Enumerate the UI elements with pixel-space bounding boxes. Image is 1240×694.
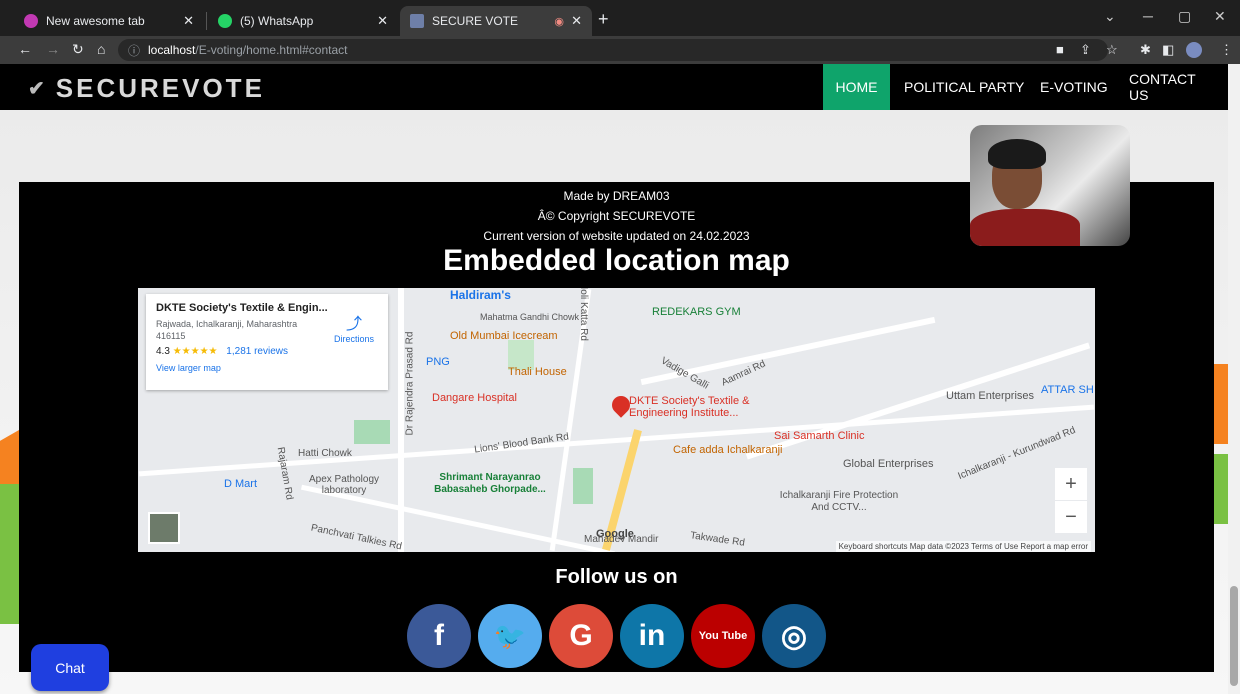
map-poi[interactable]: Global Enterprises (843, 458, 934, 470)
map-poi-target[interactable]: DKTE Society's Textile & Engineering Ins… (629, 395, 759, 419)
google-icon[interactable]: G (549, 604, 613, 668)
securevote-favicon-icon (410, 14, 424, 28)
info-icon[interactable]: ⓘ (128, 42, 140, 59)
address-bar[interactable]: ⓘ localhost/E-voting/home.html#contact (118, 39, 1108, 61)
map-poi[interactable]: Dangare Hospital (432, 392, 517, 404)
zoom-in-button[interactable]: + (1055, 468, 1087, 500)
follow-heading: Follow us on (555, 566, 678, 588)
map-info-card: DKTE Society's Textile & Engin... Rajwad… (146, 294, 388, 390)
page-scrollbar[interactable] (1228, 64, 1240, 694)
map-satellite-toggle[interactable] (148, 512, 180, 544)
reviews-link[interactable]: 1,281 reviews (226, 346, 288, 357)
scrollbar-thumb[interactable] (1230, 586, 1238, 686)
site-logo[interactable]: ✔ SECUREVOTE (28, 73, 265, 104)
youtube-icon[interactable]: You Tube (691, 604, 755, 668)
map-attribution[interactable]: Keyboard shortcuts Map data ©2023 Terms … (835, 541, 1091, 552)
map-poi[interactable]: Ichalkaranji Fire Protection And CCTV... (774, 490, 904, 514)
browser-tab-bar: New awesome tab ✕ (5) WhatsApp ✕ SECURE … (0, 0, 1240, 36)
twitter-icon[interactable]: 🐦 (478, 604, 542, 668)
back-icon[interactable]: ← (18, 41, 32, 57)
directions-button[interactable]: ⤴ Directions (334, 310, 374, 344)
recording-icon: ◉ (554, 15, 564, 28)
street-label: Holi Katta Rd (577, 288, 589, 341)
profile-avatar[interactable] (1186, 42, 1202, 58)
street-label: Mahatma Gandhi Chowk (480, 312, 580, 322)
extensions-icon[interactable]: ✱ (1140, 42, 1151, 58)
map-park (354, 420, 390, 444)
close-tab-icon[interactable]: ✕ (183, 13, 194, 29)
tab-new-awesome-tab[interactable]: New awesome tab ✕ (14, 6, 204, 36)
place-rating: 4.3 ★★★★★ 1,281 reviews (156, 346, 288, 357)
tab-secure-vote[interactable]: SECURE VOTE ◉ ✕ (400, 6, 592, 36)
maximize-icon[interactable]: ▢ (1178, 8, 1191, 25)
close-tab-icon[interactable]: ✕ (571, 13, 582, 29)
chat-button[interactable]: Chat (31, 644, 109, 691)
map-poi[interactable]: Uttam Enterprises (946, 390, 1034, 402)
street-label: Lions' Blood Bank Rd (473, 431, 570, 456)
google-logo: Google (596, 528, 634, 540)
street-label: Rajaram Rd (274, 446, 295, 501)
place-address: Rajwada, Ichalkaranji, Maharashtra 41611… (156, 319, 298, 341)
camera-icon[interactable]: ■ (1056, 42, 1064, 57)
map-poi[interactable]: Thali House (508, 366, 567, 378)
share-icon[interactable]: ⇪ (1080, 42, 1091, 58)
nav-political-party[interactable]: POLITICAL PARTY (891, 64, 1037, 110)
nav-contact-us[interactable]: CONTACT US (1116, 64, 1228, 110)
forward-icon[interactable]: → (46, 41, 60, 57)
rating-stars-icon: ★★★★★ (172, 346, 218, 357)
map-poi[interactable]: Apex Pathology laboratory (304, 474, 384, 496)
facebook-icon[interactable]: f (407, 604, 471, 668)
zoom-out-button[interactable]: − (1055, 501, 1087, 533)
map-poi[interactable]: Haldiram's (450, 288, 511, 302)
map-road (398, 288, 404, 552)
page-viewport: ✔ SECUREVOTE HOME POLITICAL PARTY E-VOTI… (0, 64, 1240, 694)
instagram-icon[interactable]: ◎ (762, 604, 826, 668)
home-icon[interactable]: ⌂ (97, 41, 105, 57)
embedded-map[interactable]: Lions' Blood Bank Rd Vadige Galli Aamrai… (138, 288, 1095, 552)
tab-search-icon[interactable]: ⌄ (1104, 8, 1116, 25)
tab-favicon-icon (24, 14, 38, 28)
map-poi[interactable]: Sai Samarth Clinic (774, 430, 864, 442)
reload-icon[interactable]: ↻ (72, 41, 84, 58)
map-poi[interactable]: Old Mumbai Icecream (450, 330, 558, 342)
linkedin-icon[interactable]: in (620, 604, 684, 668)
nav-e-voting[interactable]: E-VOTING (1027, 64, 1121, 110)
site-navbar: ✔ SECUREVOTE HOME POLITICAL PARTY E-VOTI… (0, 64, 1228, 110)
nav-home[interactable]: HOME (823, 64, 890, 110)
new-tab-button[interactable]: + (598, 9, 609, 30)
map-park (573, 468, 593, 504)
street-label: Dr Rajendra Prasad Rd (404, 331, 416, 436)
street-label: Takwade Rd (689, 530, 746, 549)
map-heading: Embedded location map (443, 244, 790, 277)
securevote-logo-icon: ✔ (28, 78, 48, 100)
map-poi[interactable]: D Mart (224, 478, 257, 490)
webcam-overlay[interactable] (970, 125, 1130, 246)
close-tab-icon[interactable]: ✕ (377, 13, 388, 29)
minimize-icon[interactable]: ─ (1143, 8, 1153, 24)
map-poi[interactable]: Shrimant Narayanrao Babasaheb Ghorpade..… (430, 472, 550, 496)
map-poi[interactable]: Cafe adda Ichalkaranji (673, 444, 782, 456)
sidepanel-icon[interactable]: ◧ (1162, 42, 1174, 58)
map-poi[interactable]: REDEKARS GYM (652, 306, 741, 318)
directions-icon: ⤴ (345, 316, 362, 333)
street-label: Panchvati Talkies Rd (309, 522, 403, 552)
social-links: f 🐦 G in You Tube ◎ (407, 604, 826, 668)
close-window-icon[interactable]: ✕ (1214, 8, 1226, 25)
map-poi[interactable]: PNG (426, 356, 450, 368)
map-poi[interactable]: ATTAR SH (1041, 384, 1094, 396)
tab-whatsapp[interactable]: (5) WhatsApp ✕ (208, 6, 398, 36)
whatsapp-icon (218, 14, 232, 28)
street-label: Hatti Chowk (298, 448, 352, 459)
view-larger-map-link[interactable]: View larger map (156, 363, 378, 373)
menu-icon[interactable]: ⋮ (1220, 42, 1233, 58)
bookmark-star-icon[interactable]: ☆ (1106, 42, 1118, 58)
footer-section: Made by DREAM03 Â© Copyright SECUREVOTE … (19, 182, 1214, 672)
browser-toolbar: ← → ↻ ⌂ ⓘ localhost/E-voting/home.html#c… (0, 36, 1240, 64)
